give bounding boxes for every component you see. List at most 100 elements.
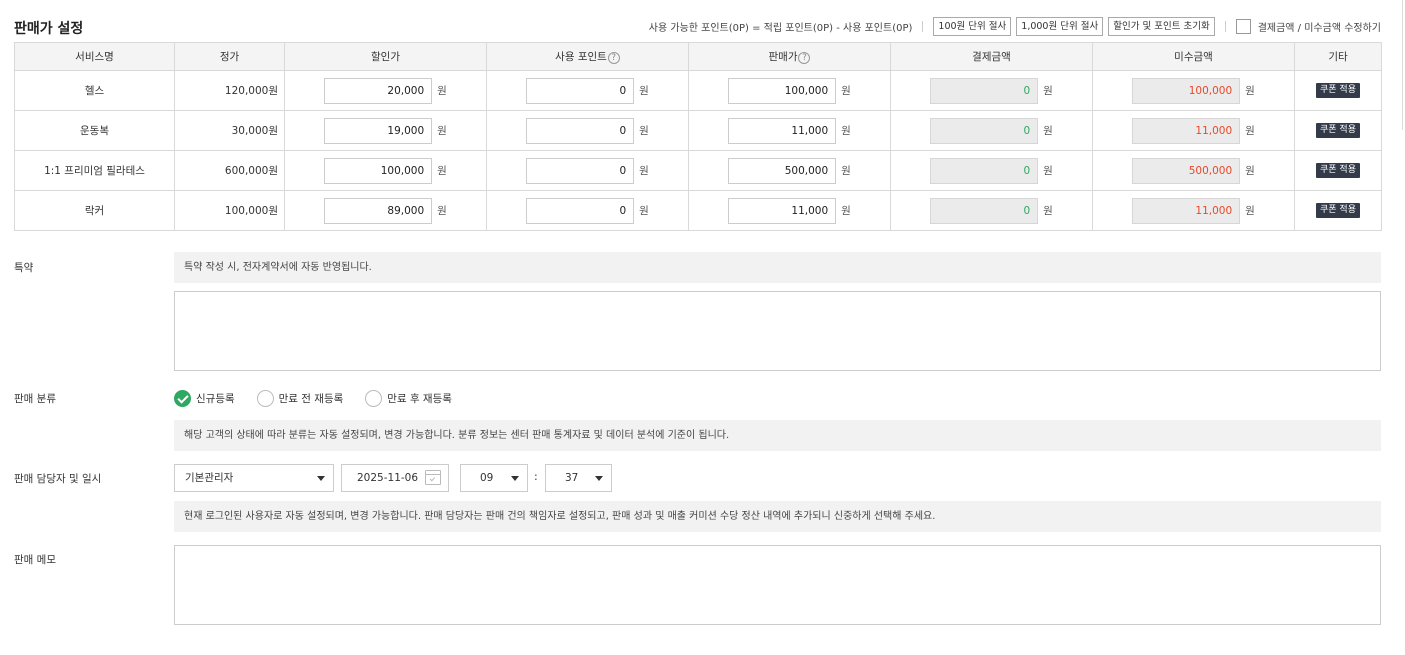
unit-label: 원 — [841, 205, 851, 217]
unit-label: 원 — [841, 85, 851, 97]
sale-price-input[interactable]: 11,000 — [728, 117, 837, 144]
date-input[interactable]: 2025-11-06 — [341, 464, 449, 492]
sale-price-cell: 100,000 원 — [688, 70, 891, 111]
service-name: 운동복 — [14, 110, 175, 151]
unit-label: 원 — [841, 125, 851, 137]
radio-label: 신규등록 — [196, 392, 235, 405]
points-cell: 0원 — [486, 70, 689, 111]
service-name: 1:1 프리미엄 필라테스 — [14, 150, 175, 191]
discount-input[interactable]: 89,000 — [324, 197, 433, 224]
list-price: 600,000원 — [174, 150, 285, 191]
radio-label: 만료 전 재등록 — [278, 392, 344, 405]
radio-renew-after-expiry[interactable]: 만료 후 재등록 — [365, 389, 452, 407]
discount-input[interactable]: 19,000 — [324, 117, 433, 144]
minute-select[interactable]: 37 — [545, 464, 612, 492]
section-header: 판매가 설정 사용 가능한 포인트(0P) = 적립 포인트(0P) - 사용 … — [14, 16, 1381, 38]
unit-label: 원 — [1043, 125, 1053, 137]
edit-amounts-checkbox[interactable] — [1235, 18, 1251, 34]
terms-textarea[interactable] — [174, 291, 1381, 371]
apply-coupon-button[interactable]: 쿠폰 적용 — [1316, 123, 1360, 138]
date-value: 2025-11-06 — [357, 472, 419, 484]
service-name: 락커 — [14, 190, 175, 231]
edit-amounts-label[interactable]: 결제금액 / 미수금액 수정하기 — [1258, 19, 1381, 34]
col-header-service: 서비스명 — [14, 42, 175, 71]
category-label: 판매 분류 — [14, 393, 56, 405]
round-1000-button[interactable]: 1,000원 단위 절사 — [1016, 16, 1104, 36]
paid-cell: 0원 — [890, 70, 1093, 111]
discount-cell: 20,000 원 — [284, 70, 487, 111]
paid-amount-field: 0 — [930, 157, 1039, 184]
discount-cell: 89,000 원 — [284, 190, 487, 231]
radio-renew-before-expiry[interactable]: 만료 전 재등록 — [256, 389, 344, 407]
discount-input[interactable]: 100,000 — [324, 157, 433, 184]
paid-cell: 0원 — [890, 190, 1093, 231]
sale-price-input[interactable]: 100,000 — [728, 77, 837, 104]
unit-label: 원 — [841, 165, 851, 177]
radio-unchecked-icon[interactable] — [365, 389, 383, 407]
help-icon[interactable]: ? — [798, 52, 811, 64]
manager-info: 현재 로그인된 사용자로 자동 설정되며, 변경 가능합니다. 판매 담당자는 … — [174, 501, 1381, 532]
radio-checked-icon[interactable] — [174, 389, 191, 407]
unit-label: 원 — [639, 165, 649, 177]
list-price: 100,000원 — [174, 190, 285, 231]
unit-label: 원 — [1043, 85, 1053, 97]
paid-amount-field: 0 — [930, 77, 1039, 104]
calendar-icon[interactable] — [425, 470, 441, 485]
sale-price-input[interactable]: 11,000 — [728, 197, 837, 224]
chevron-down-icon — [595, 476, 603, 481]
help-icon[interactable]: ? — [607, 52, 620, 64]
category-radio-group: 신규등록 만료 전 재등록 만료 후 재등록 — [174, 389, 474, 407]
points-input[interactable]: 0 — [526, 117, 635, 144]
unit-label: 원 — [639, 85, 649, 97]
col-header-sale-price-label: 판매가 — [768, 51, 798, 63]
col-header-sale-price: 판매가? — [688, 42, 891, 71]
unpaid-amount-field: 11,000 — [1132, 197, 1241, 224]
table-row: 락커 100,000원 89,000 원 0원 11,000 원 0원 11,000… — [14, 190, 1382, 231]
unit-label: 원 — [1245, 165, 1255, 177]
etc-cell: 쿠폰 적용 — [1294, 150, 1382, 191]
paid-amount-field: 0 — [930, 197, 1039, 224]
price-table: 서비스명 정가 할인가 사용 포인트? 판매가? 결제금액 미수금액 기타 헬스… — [14, 42, 1382, 231]
reset-discount-points-button[interactable]: 할인가 및 포인트 초기화 — [1108, 16, 1215, 36]
points-input[interactable]: 0 — [526, 197, 635, 224]
unpaid-cell: 11,000 원 — [1092, 110, 1295, 151]
unit-label: 원 — [437, 85, 447, 97]
points-input[interactable]: 0 — [526, 77, 635, 104]
table-row: 1:1 프리미엄 필라테스 600,000원 100,000 원 0원 500,0… — [14, 150, 1382, 191]
discount-input[interactable]: 20,000 — [324, 77, 433, 104]
unit-label: 원 — [1245, 85, 1255, 97]
divider — [1224, 20, 1226, 32]
round-100-button[interactable]: 100원 단위 절사 — [933, 16, 1012, 36]
radio-new[interactable]: 신규등록 — [174, 389, 235, 407]
radio-unchecked-icon[interactable] — [256, 389, 274, 407]
points-cell: 0원 — [486, 190, 689, 231]
radio-label: 만료 후 재등록 — [387, 392, 452, 405]
sale-price-cell: 500,000 원 — [688, 150, 891, 191]
points-cell: 0원 — [486, 150, 689, 191]
page-title: 판매가 설정 — [14, 21, 84, 37]
unit-label: 원 — [639, 205, 649, 217]
table-header-row: 서비스명 정가 할인가 사용 포인트? 판매가? 결제금액 미수금액 기타 — [14, 42, 1382, 71]
unit-label: 원 — [437, 125, 447, 137]
manager-select[interactable]: 기본관리자 — [174, 464, 334, 492]
memo-textarea[interactable] — [174, 545, 1381, 625]
chevron-down-icon — [511, 476, 519, 481]
unit-label: 원 — [437, 205, 447, 217]
apply-coupon-button[interactable]: 쿠폰 적용 — [1316, 83, 1360, 98]
table-row: 운동복 30,000원 19,000 원 0원 11,000 원 0원 11,000… — [14, 110, 1382, 151]
apply-coupon-button[interactable]: 쿠폰 적용 — [1316, 163, 1360, 178]
apply-coupon-button[interactable]: 쿠폰 적용 — [1316, 203, 1360, 218]
terms-label: 특약 — [14, 262, 34, 274]
unpaid-cell: 500,000 원 — [1092, 150, 1295, 191]
table-row: 헬스 120,000원 20,000 원 0원 100,000 원 0원 100,0… — [14, 70, 1382, 111]
unpaid-cell: 11,000 원 — [1092, 190, 1295, 231]
etc-cell: 쿠폰 적용 — [1294, 110, 1382, 151]
points-input[interactable]: 0 — [526, 157, 635, 184]
col-header-paid: 결제금액 — [890, 42, 1093, 71]
sale-price-cell: 11,000 원 — [688, 190, 891, 231]
unit-label: 원 — [1245, 125, 1255, 137]
points-cell: 0원 — [486, 110, 689, 151]
hour-select[interactable]: 09 — [460, 464, 528, 492]
unit-label: 원 — [1245, 205, 1255, 217]
sale-price-input[interactable]: 500,000 — [728, 157, 837, 184]
